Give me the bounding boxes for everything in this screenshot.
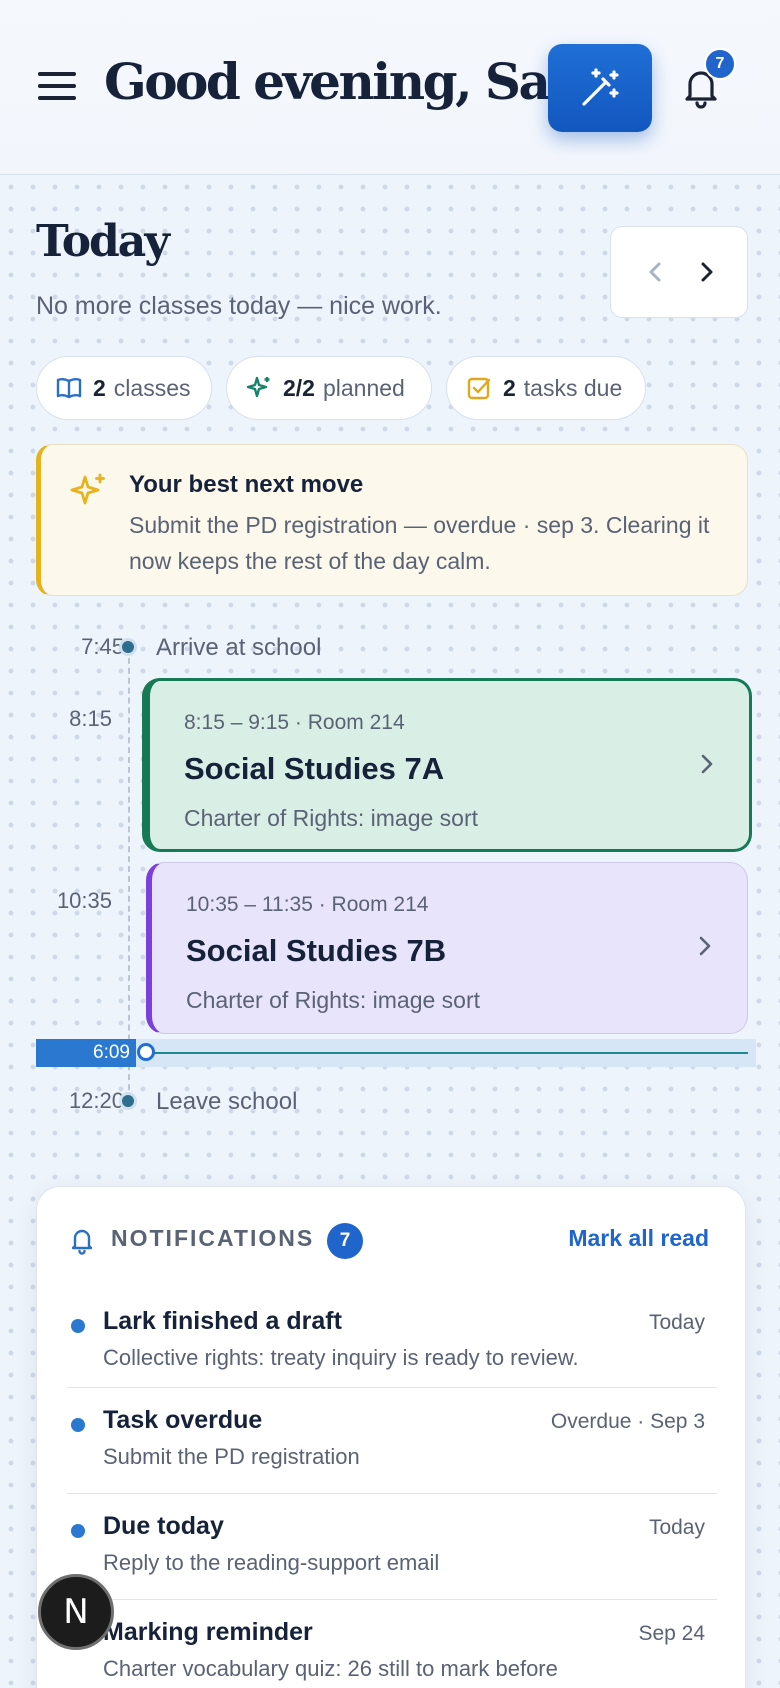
- notification-item[interactable]: Task overdue Overdue · Sep 3 Submit the …: [67, 1387, 717, 1493]
- day-navigation: [610, 226, 748, 318]
- chevron-left-icon[interactable]: [641, 257, 671, 287]
- notification-time: Sep 24: [638, 1622, 705, 1645]
- class-meta: 8:15 – 9:15 · Room 214: [184, 711, 405, 734]
- arrive-time: 7:45: [81, 634, 124, 659]
- chevron-right-icon: [701, 754, 713, 774]
- chip-planned[interactable]: 2/2 planned: [226, 356, 432, 420]
- class-card-social-studies-7a[interactable]: 8:15 – 9:15 · Room 214 Social Studies 7A…: [142, 678, 752, 852]
- notifications-count-badge: 7: [327, 1223, 363, 1259]
- class-card-social-studies-7b[interactable]: 10:35 – 11:35 · Room 214 Social Studies …: [146, 862, 748, 1034]
- checkbox-icon: [467, 377, 491, 400]
- bell-icon: [71, 1229, 93, 1255]
- arrive-label: Arrive at school: [156, 634, 322, 661]
- arrive-dot: [119, 638, 137, 656]
- notification-item[interactable]: Due today Today Reply to the reading-sup…: [67, 1493, 717, 1599]
- greeting-title: Good evening, Sam: [104, 52, 601, 111]
- notification-title: Lark finished a draft: [103, 1307, 342, 1335]
- chip-classes-count: 2: [93, 374, 106, 401]
- class-topic: Charter of Rights: image sort: [186, 987, 481, 1013]
- sparkle-icon: [70, 473, 105, 505]
- best-move-title: Your best next move: [129, 471, 364, 498]
- notification-time: Today: [648, 1311, 705, 1334]
- magic-wand-icon: [582, 68, 619, 106]
- current-time-dot: [137, 1043, 155, 1061]
- chevron-right-icon[interactable]: [691, 257, 721, 287]
- notification-time: Overdue · Sep 3: [550, 1410, 705, 1433]
- unread-dot: [71, 1524, 85, 1538]
- floating-action-button[interactable]: N: [38, 1574, 114, 1650]
- class-meta: 10:35 – 11:35 · Room 214: [186, 893, 429, 916]
- class-start-time: 8:15: [69, 706, 112, 731]
- timeline-rail: [128, 648, 130, 1100]
- mark-all-read-button[interactable]: Mark all read: [568, 1225, 709, 1252]
- notifications-heading: NOTIFICATIONS: [111, 1225, 315, 1251]
- page-subtitle: No more classes today — nice work.: [36, 292, 442, 320]
- notification-title: Due today: [103, 1512, 224, 1540]
- hamburger-menu-icon[interactable]: [38, 72, 76, 102]
- sparkle-icon: [246, 376, 270, 398]
- leave-dot: [119, 1092, 137, 1110]
- chevron-right-icon: [699, 936, 711, 956]
- chip-tasks-label: tasks due: [523, 374, 623, 401]
- chip-planned-label: planned: [322, 374, 405, 401]
- notification-item[interactable]: Lark finished a draft Today Collective r…: [67, 1289, 717, 1395]
- unread-dot: [71, 1418, 85, 1432]
- leave-time: 12:20: [68, 1088, 124, 1113]
- current-time-label: 6:09: [36, 1039, 136, 1067]
- best-move-body: Submit the PD registration — overdue · s…: [129, 512, 710, 574]
- notification-title: Marking reminder: [103, 1618, 313, 1646]
- chip-tasks-count: 2: [503, 374, 516, 401]
- magic-wand-button[interactable]: [548, 44, 652, 132]
- class-topic: Charter of Rights: image sort: [184, 805, 479, 831]
- notification-badge: 7: [704, 48, 736, 80]
- current-time-line: [146, 1052, 748, 1054]
- notification-item[interactable]: Marking reminder Sep 24 Charter vocabula…: [67, 1599, 717, 1688]
- chip-classes[interactable]: 2 classes: [36, 356, 212, 420]
- chip-classes-label: classes: [113, 374, 191, 401]
- chip-planned-count: 2/2: [283, 374, 315, 401]
- best-next-move-card[interactable]: Your best next move Submit the PD regist…: [36, 444, 748, 596]
- notification-desc: Charter vocabulary quiz: 26 still to mar…: [103, 1656, 558, 1681]
- unread-dot: [71, 1319, 85, 1333]
- class-start-time: 10:35: [56, 888, 112, 913]
- app-header: Good evening, Sam 7: [0, 0, 780, 175]
- notification-time: Today: [648, 1516, 705, 1539]
- notifications-panel: NOTIFICATIONS 7 Mark all read Lark finis…: [36, 1186, 746, 1688]
- class-name: Social Studies 7B: [186, 933, 447, 968]
- leave-label: Leave school: [156, 1088, 298, 1115]
- notification-desc: Collective rights: treaty inquiry is rea…: [103, 1345, 579, 1370]
- class-name: Social Studies 7A: [184, 751, 445, 786]
- chip-tasks-due[interactable]: 2 tasks due: [446, 356, 646, 420]
- notification-desc: Reply to the reading-support email: [103, 1550, 440, 1575]
- book-icon: [56, 378, 82, 399]
- notification-desc: Submit the PD registration: [103, 1444, 360, 1469]
- page-title: Today: [36, 216, 170, 267]
- notification-title: Task overdue: [103, 1406, 263, 1434]
